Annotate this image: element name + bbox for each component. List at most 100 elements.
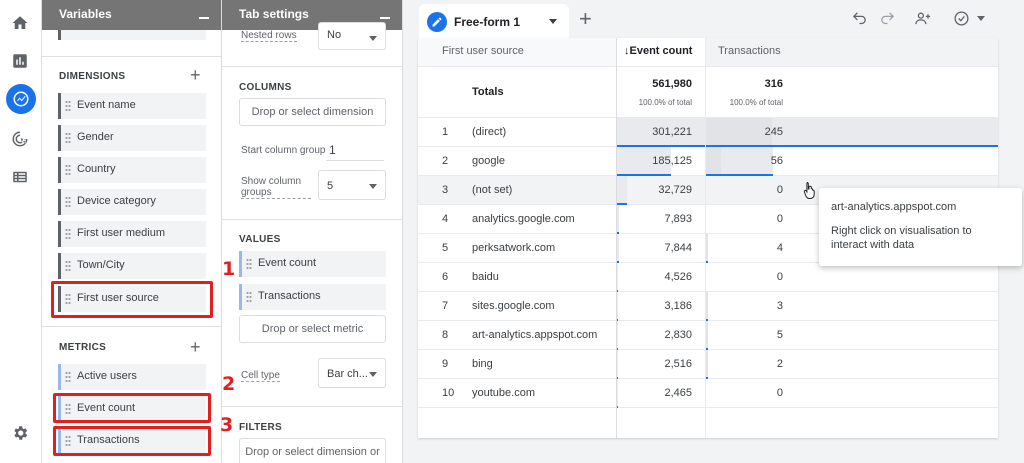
values-drop-zone[interactable]: Drop or select metric xyxy=(239,315,386,343)
dimension-label: Country xyxy=(77,163,116,175)
settings-icon[interactable] xyxy=(9,422,31,444)
table-row[interactable]: 6 baidu 4,526 0 xyxy=(418,263,998,292)
value-chip[interactable]: Transactions xyxy=(239,284,386,310)
column-header-transactions[interactable]: Transactions xyxy=(718,38,781,66)
tooltip: art-analytics.appspot.com Right click on… xyxy=(819,188,1022,266)
metric-label: Active users xyxy=(77,370,137,382)
row-transactions: 0 xyxy=(776,184,783,196)
dimension-label: First user medium xyxy=(77,227,166,239)
undo-icon[interactable] xyxy=(849,8,869,28)
tab-settings-panel: Tab settings Nested rows No COLUMNS Drop… xyxy=(222,0,403,463)
chevron-down-icon[interactable] xyxy=(977,16,985,21)
tooltip-hint: Right click on visualisation to interact… xyxy=(831,225,972,251)
add-dimension-icon[interactable]: + xyxy=(190,66,201,84)
drag-handle-icon[interactable] xyxy=(65,100,71,112)
table-row[interactable]: 1 (direct) 301,221 245 xyxy=(418,118,998,147)
add-metric-icon[interactable]: + xyxy=(190,338,201,356)
columns-drop-zone[interactable]: Drop or select dimension xyxy=(239,98,386,126)
column-header-first-user-source[interactable]: First user source xyxy=(442,38,524,66)
tooltip-title: art-analytics.appspot.com xyxy=(831,201,957,213)
dimension-chip[interactable]: First user medium xyxy=(58,221,206,247)
tab-free-form[interactable]: Free-form 1 xyxy=(419,4,569,38)
dimension-chip[interactable]: Device category xyxy=(58,189,206,215)
row-source: baidu xyxy=(472,271,499,283)
home-icon[interactable] xyxy=(9,12,31,34)
dimension-label: Device category xyxy=(77,195,156,207)
row-source: (not set) xyxy=(472,184,513,196)
drag-handle-icon[interactable] xyxy=(246,258,252,270)
share-user-icon[interactable] xyxy=(911,8,935,28)
column-divider xyxy=(616,38,617,438)
show-column-groups-label: Show column groups xyxy=(241,176,311,199)
table-row[interactable]: 2 google 185,125 56 xyxy=(418,147,998,176)
totals-transactions-pct: 100.0% of total xyxy=(729,98,783,107)
value-chip[interactable]: Event count xyxy=(239,251,386,277)
drag-handle-icon[interactable] xyxy=(65,228,71,240)
hand-cursor-icon xyxy=(803,182,815,199)
chevron-down-icon[interactable] xyxy=(549,19,557,24)
table-row[interactable]: 9 bing 2,516 2 xyxy=(418,350,998,379)
nested-rows-select[interactable]: No xyxy=(318,22,386,50)
annotation-number: 2 xyxy=(222,373,236,395)
drag-handle-icon[interactable] xyxy=(65,196,71,208)
values-label: VALUES xyxy=(239,234,281,245)
value-label: Event count xyxy=(258,257,317,269)
reports-icon[interactable] xyxy=(9,50,31,72)
event-count-bar xyxy=(617,292,618,321)
drag-handle-icon[interactable] xyxy=(65,132,71,144)
row-event-count: 301,221 xyxy=(652,126,692,138)
check-circle-icon[interactable] xyxy=(951,8,971,28)
row-event-count: 32,729 xyxy=(658,184,692,196)
row-transactions: 3 xyxy=(776,300,783,312)
filters-label: FILTERS xyxy=(239,422,283,433)
value-label: Transactions xyxy=(258,290,321,302)
drag-handle-icon[interactable] xyxy=(65,371,71,383)
add-tab-button[interactable]: + xyxy=(579,6,592,32)
advertising-icon[interactable] xyxy=(9,128,31,150)
drag-handle-icon[interactable] xyxy=(246,291,252,303)
row-event-count: 2,516 xyxy=(664,358,692,370)
event-count-bar xyxy=(617,379,618,408)
drag-handle-icon[interactable] xyxy=(65,260,71,272)
variables-title: Variables xyxy=(59,7,112,21)
cell-type-select[interactable]: Bar ch... xyxy=(318,358,386,388)
totals-row: Totals 561,980 100.0% of total 316 100.0… xyxy=(418,66,998,118)
start-column-group-value[interactable]: 1 xyxy=(329,143,336,157)
table-row[interactable]: 10 youtube.com 2,465 0 xyxy=(418,379,998,408)
columns-label: COLUMNS xyxy=(239,82,292,93)
row-transactions: 5 xyxy=(776,329,783,341)
collapse-variables-icon[interactable] xyxy=(199,17,209,19)
event-count-bar xyxy=(617,234,619,263)
annotation-number: 3 xyxy=(220,414,234,436)
metric-chip[interactable]: Active users xyxy=(58,364,206,390)
row-transactions: 56 xyxy=(770,155,783,167)
show-column-groups-select[interactable]: 5 xyxy=(318,170,386,200)
divider xyxy=(222,66,402,67)
variables-header: Variables xyxy=(42,0,221,30)
row-transactions: 0 xyxy=(776,213,783,225)
dimension-chip[interactable]: Country xyxy=(58,157,206,183)
dimension-chip[interactable]: Town/City xyxy=(58,253,206,279)
filters-drop-zone[interactable]: Drop or select dimension or xyxy=(239,438,386,463)
drag-handle-icon[interactable] xyxy=(65,164,71,176)
row-event-count: 2,465 xyxy=(664,387,692,399)
row-source: bing xyxy=(472,358,493,370)
event-count-bar xyxy=(617,263,618,292)
row-number: 4 xyxy=(442,213,449,225)
collapse-tab-settings-icon[interactable] xyxy=(380,17,390,19)
table-row[interactable]: 8 art-analytics.appspot.com 2,830 5 xyxy=(418,321,998,350)
nested-rows-value: No xyxy=(327,29,342,41)
tab-name: Free-form 1 xyxy=(454,15,521,29)
explore-icon[interactable] xyxy=(6,84,36,114)
highlight-box-first-user-source xyxy=(51,281,213,318)
show-column-groups-value: 5 xyxy=(327,180,334,192)
configure-icon[interactable] xyxy=(9,166,31,188)
column-header-event-count[interactable]: ↓Event count xyxy=(624,38,692,66)
row-transactions: 4 xyxy=(776,242,783,254)
partial-chip[interactable] xyxy=(58,30,206,40)
row-source: (direct) xyxy=(472,126,507,138)
table-row[interactable]: 7 sites.google.com 3,186 3 xyxy=(418,292,998,321)
dimension-chip[interactable]: Gender xyxy=(58,125,206,151)
dimension-chip[interactable]: Event name xyxy=(58,93,206,119)
redo-icon[interactable] xyxy=(877,8,897,28)
